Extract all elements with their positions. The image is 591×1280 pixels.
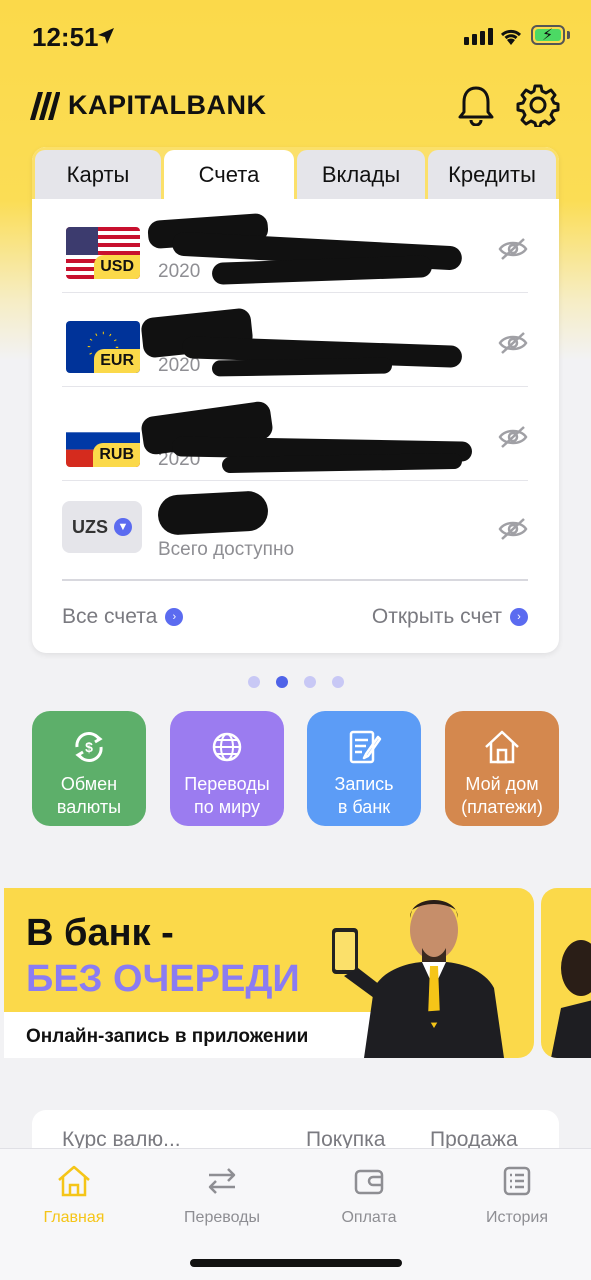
status-bar: 12:51 ⚡ (0, 0, 591, 72)
currency-code: RUB (93, 443, 140, 467)
bell-icon[interactable] (456, 84, 496, 126)
redaction-mark (221, 452, 463, 474)
account-number: 2020 (158, 261, 201, 282)
banner-subtitle: Онлайн-запись в приложении (26, 1026, 309, 1047)
banner-highlight: БЕЗ ОЧЕРЕДИ (26, 958, 300, 1000)
currency-exchange-button[interactable]: $ Обмен валюты (32, 711, 146, 826)
all-accounts-link[interactable]: Все счета › (62, 605, 184, 629)
page-dot-active[interactable] (276, 676, 288, 688)
page-indicator (248, 676, 344, 688)
currency-exchange-icon: $ (75, 732, 103, 762)
tab-history[interactable]: История (443, 1163, 591, 1227)
eye-hidden-icon[interactable] (498, 425, 528, 449)
transfer-arrows-icon (208, 1168, 236, 1194)
usa-flag-icon: USD (66, 227, 140, 279)
tab-label: Главная (43, 1209, 105, 1226)
international-transfers-button[interactable]: Переводы по миру (170, 711, 284, 826)
currency-code: UZS (72, 516, 108, 537)
document-edit-icon (349, 730, 382, 764)
tab-credits[interactable]: Кредиты (428, 150, 556, 199)
product-tabs: Карты Счета Вклады Кредиты (32, 147, 559, 199)
tab-deposits[interactable]: Вклады (297, 150, 425, 199)
quick-action-label: Мой дом (платежи) (461, 774, 543, 817)
card-footer: Все счета › Открыть счет › (62, 605, 528, 633)
tab-cards[interactable]: Карты (35, 150, 161, 199)
promo-banner[interactable]: В банк - БЕЗ ОЧЕРЕДИ Онлайн-запись в при… (4, 888, 534, 1058)
house-icon (485, 730, 519, 764)
cellular-signal-icon (464, 28, 493, 45)
tab-label: Переводы (184, 1209, 260, 1226)
tab-label: История (485, 1209, 549, 1226)
account-row-rub[interactable]: RUB 2020 (62, 387, 528, 481)
home-icon (58, 1165, 90, 1197)
quick-action-label: Запись в банк (334, 774, 394, 817)
chevron-right-icon: › (510, 608, 528, 626)
page-dot[interactable] (304, 676, 316, 688)
account-row-usd[interactable]: USD 2020 (62, 199, 528, 293)
page-dot[interactable] (248, 676, 260, 688)
wallet-icon (354, 1169, 384, 1195)
quick-action-label: Переводы по миру (184, 774, 270, 817)
tab-transfers[interactable]: Переводы (148, 1163, 296, 1227)
logo-mark-icon (30, 91, 60, 120)
total-available-label: Всего доступно (158, 539, 295, 560)
battery-icon: ⚡ (531, 25, 565, 45)
banner-title: В банк - (26, 912, 174, 954)
svg-text:$: $ (85, 739, 93, 755)
status-time: 12:51 (32, 22, 99, 52)
banner-person-illustration (332, 900, 504, 1058)
next-promo-banner[interactable] (541, 888, 591, 1058)
home-indicator[interactable] (190, 1259, 402, 1267)
bank-appointment-button[interactable]: Запись в банк (307, 711, 421, 826)
currency-code: USD (94, 255, 140, 279)
eu-flag-icon: EUR (66, 321, 140, 373)
globe-icon (212, 732, 242, 762)
tab-home[interactable]: Главная (0, 1163, 148, 1227)
tab-accounts[interactable]: Счета (164, 150, 294, 199)
eye-hidden-icon[interactable] (498, 517, 528, 541)
eye-hidden-icon[interactable] (498, 331, 528, 355)
currency-selector[interactable]: UZS ▼ (62, 501, 142, 553)
account-row-eur[interactable]: EUR 2020 (62, 293, 528, 387)
history-list-icon (503, 1166, 531, 1196)
eye-hidden-icon[interactable] (498, 237, 528, 261)
quick-action-label: Обмен валюты (56, 774, 122, 817)
gear-icon[interactable] (516, 83, 560, 127)
tab-payments[interactable]: Оплата (295, 1163, 443, 1227)
russia-flag-icon: RUB (66, 415, 140, 467)
wifi-icon (500, 29, 522, 45)
page-dot[interactable] (332, 676, 344, 688)
location-arrow-icon (98, 28, 114, 44)
redaction-mark (157, 490, 269, 536)
logo-text: KAPITALBANK (68, 90, 267, 120)
accounts-card: Карты Счета Вклады Кредиты USD 2020 EUR … (32, 147, 559, 653)
tab-label: Оплата (341, 1209, 397, 1226)
bank-logo: KAPITALBANK (30, 90, 266, 121)
my-home-payments-button[interactable]: Мой дом (платежи) (445, 711, 559, 826)
banner-person-illustration (551, 940, 591, 1058)
redaction-mark (211, 255, 433, 285)
all-accounts-label: Все счета (62, 605, 158, 628)
redaction-mark (211, 357, 393, 377)
open-account-link[interactable]: Открыть счет › (372, 605, 528, 629)
currency-code: EUR (94, 349, 140, 373)
open-account-label: Открыть счет (371, 605, 502, 628)
chevron-down-icon: ▼ (114, 518, 132, 536)
chevron-right-icon: › (165, 608, 184, 626)
total-balance-row: UZS ▼ Всего доступно (62, 481, 528, 581)
